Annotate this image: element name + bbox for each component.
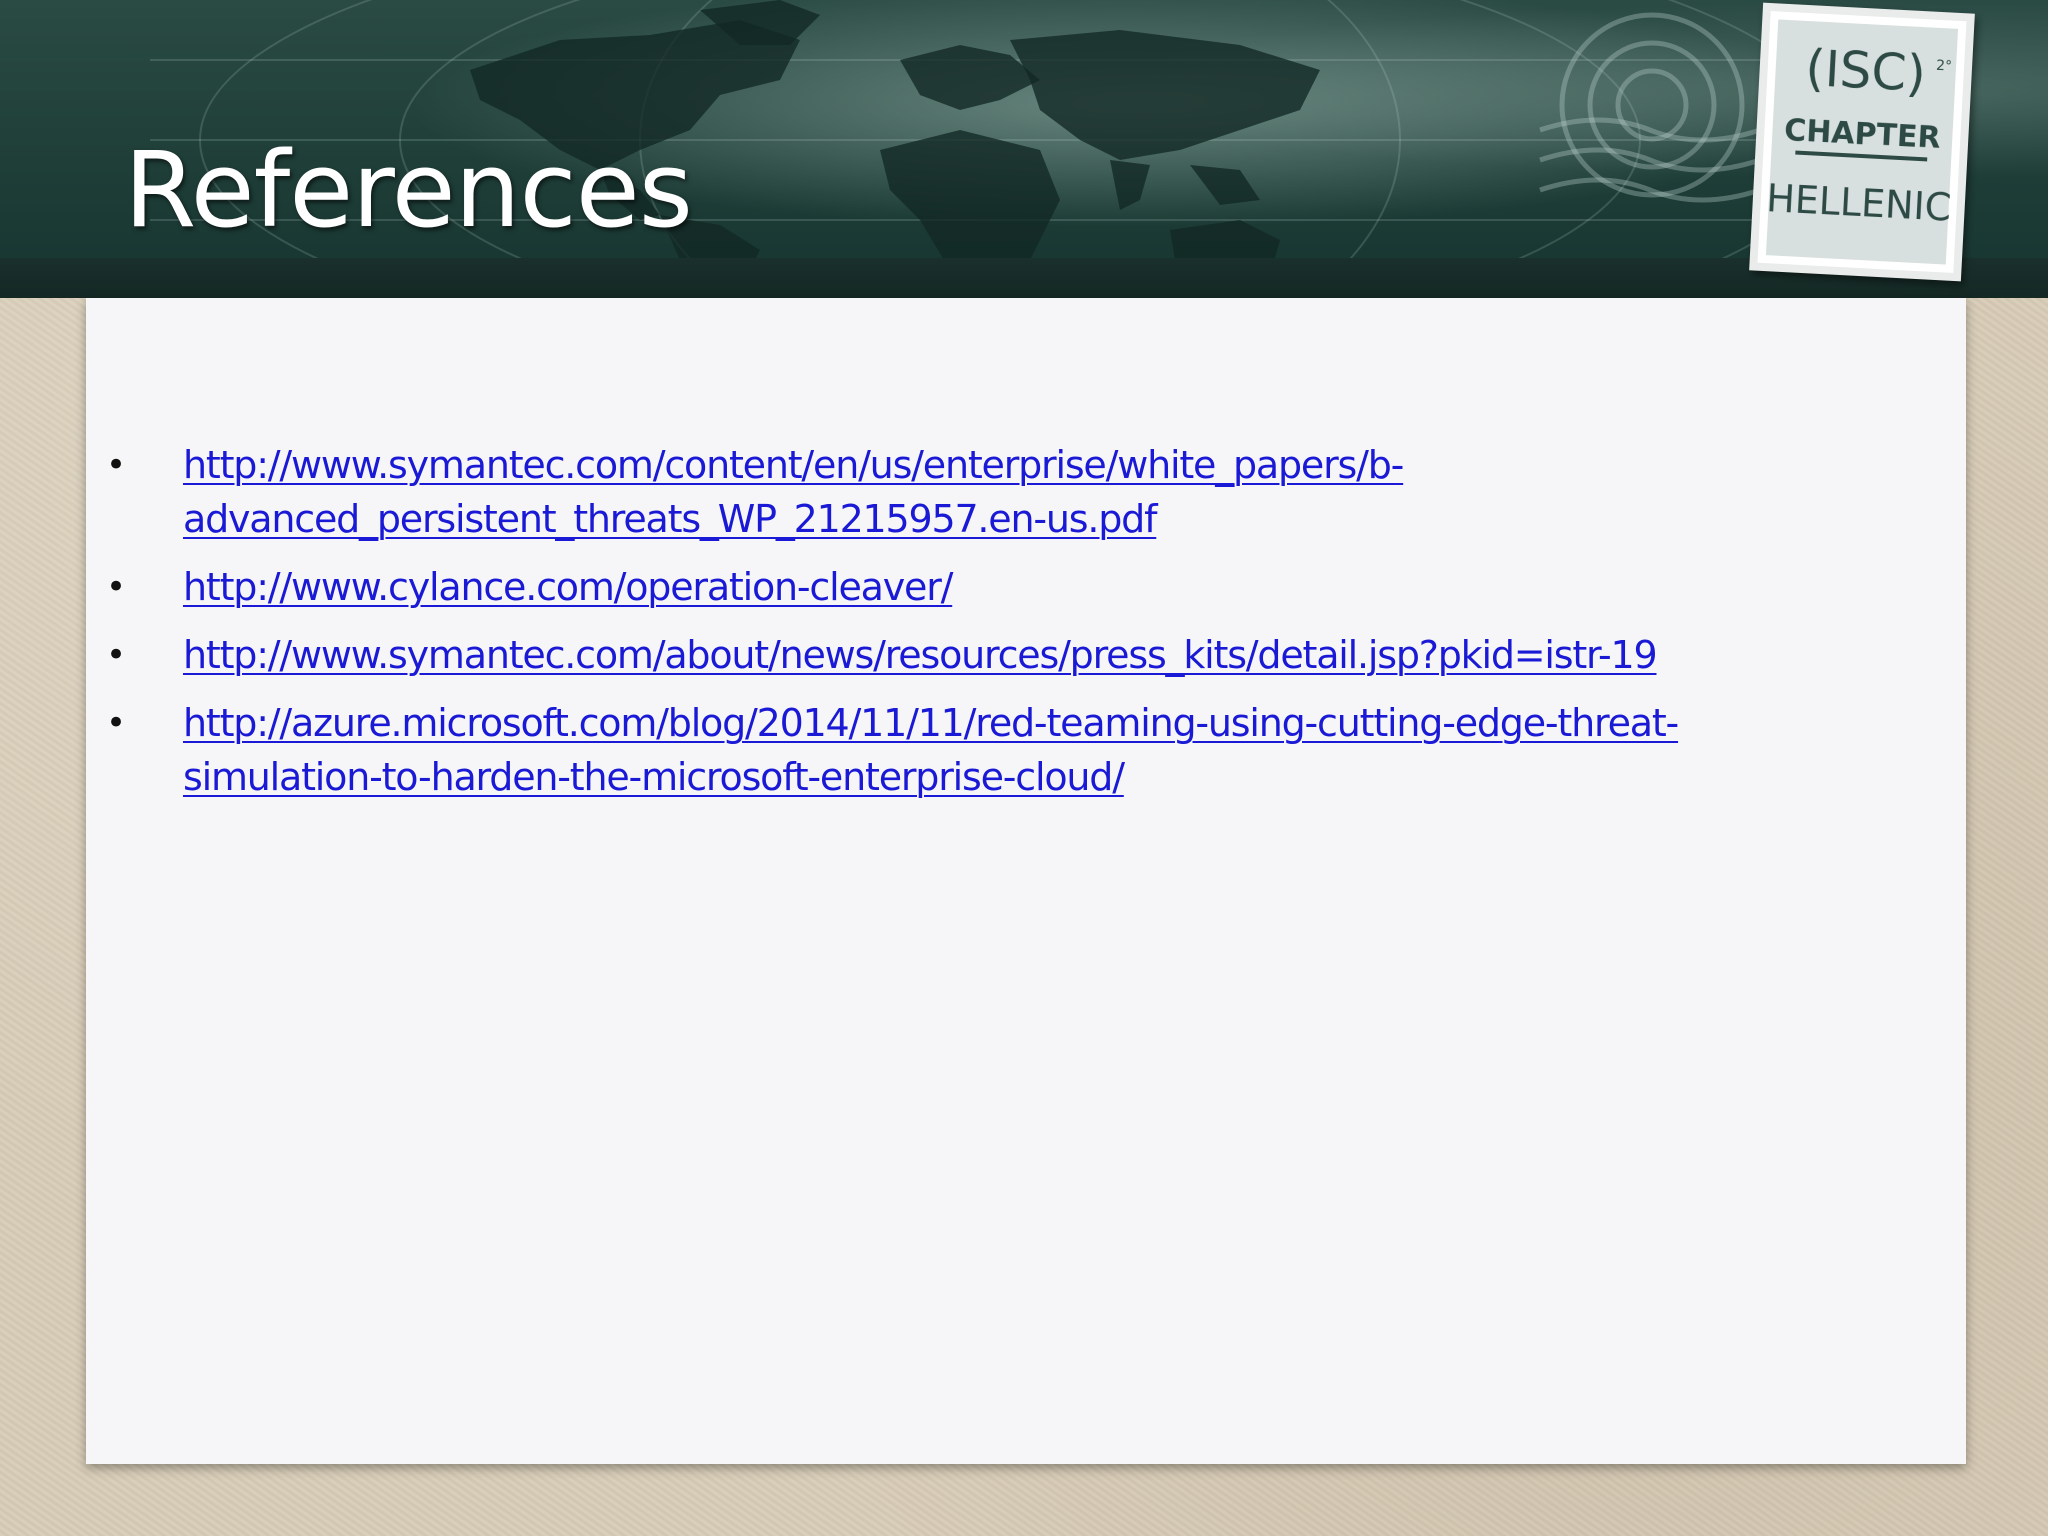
reference-link-line: http://www.symantec.com/content/en/us/en… xyxy=(183,443,1404,487)
slide: References (ISC) 2° CHAPTER HELLENIC • h… xyxy=(0,0,2048,1536)
reference-link-cylance[interactable]: http://www.cylance.com/operation-cleaver… xyxy=(183,560,1883,614)
slide-title: References xyxy=(124,129,693,251)
reference-link-line: simulation-to-harden-the-microsoft-enter… xyxy=(183,755,1125,799)
bullet-icon: • xyxy=(106,703,127,743)
reference-link-line: http://www.cylance.com/operation-cleaver… xyxy=(183,565,953,609)
header-banner: References xyxy=(0,0,2048,298)
svg-text:2°: 2° xyxy=(1936,58,1953,75)
content-panel: • http://www.symantec.com/content/en/us/… xyxy=(86,298,1966,1464)
list-item: • http://www.cylance.com/operation-cleav… xyxy=(86,560,1966,614)
list-item: • http://www.symantec.com/content/en/us/… xyxy=(86,438,1966,546)
header-dark-strip xyxy=(0,258,2048,298)
postmark-seal xyxy=(1539,12,1761,203)
reference-link-azure-blog[interactable]: http://azure.microsoft.com/blog/2014/11/… xyxy=(183,696,1883,804)
bullet-icon: • xyxy=(106,635,127,675)
reference-link-line: http://www.symantec.com/about/news/resou… xyxy=(183,633,1658,677)
reference-link-line: http://azure.microsoft.com/blog/2014/11/… xyxy=(183,701,1679,745)
reference-link-symantec-istr[interactable]: http://www.symantec.com/about/news/resou… xyxy=(183,628,1883,682)
list-item: • http://azure.microsoft.com/blog/2014/1… xyxy=(86,696,1966,804)
svg-text:(ISC): (ISC) xyxy=(1804,39,1927,103)
references-list: • http://www.symantec.com/content/en/us/… xyxy=(86,438,1966,818)
bullet-icon: • xyxy=(106,567,127,607)
reference-link-symantec-apt[interactable]: http://www.symantec.com/content/en/us/en… xyxy=(183,438,1883,546)
list-item: • http://www.symantec.com/about/news/res… xyxy=(86,628,1966,682)
bullet-icon: • xyxy=(106,445,127,485)
reference-link-line: advanced_persistent_threats_WP_21215957.… xyxy=(183,497,1157,541)
isc2-hellenic-chapter-stamp-logo: (ISC) 2° CHAPTER HELLENIC xyxy=(1749,2,1975,282)
